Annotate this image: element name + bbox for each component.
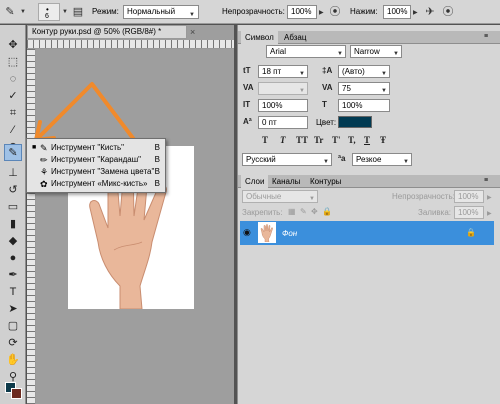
shortcut-key: B: [154, 155, 160, 164]
chevron-down-icon: ▼: [299, 71, 305, 77]
character-panel-tabbar: Символ Абзац ≡: [238, 31, 500, 44]
text-color-swatch[interactable]: [338, 116, 372, 128]
font-style-value: Narrow: [354, 47, 380, 56]
blend-mode-select[interactable]: Обычные ▼: [242, 190, 318, 203]
layer-row-background[interactable]: [240, 221, 494, 245]
shortcut-key: B: [154, 167, 160, 176]
faux-italic-button[interactable]: T: [280, 135, 286, 145]
flyout-item-mixer-brush[interactable]: ✿ Инструмент «Микс-кисть» B: [29, 178, 164, 190]
layer-opacity-label: Непрозрачность:: [392, 192, 455, 201]
fill-label: Заливка:: [418, 208, 452, 217]
leading-value: (Авто): [342, 67, 365, 76]
chevron-down-icon: ▼: [309, 196, 315, 202]
chevron-down-icon: ▼: [403, 159, 409, 165]
flyout-item-label: Инструмент "Карандаш": [51, 155, 141, 164]
faux-bold-button[interactable]: T: [262, 135, 268, 145]
superscript-button[interactable]: T': [332, 135, 341, 145]
chevron-down-icon: ▼: [393, 51, 399, 57]
tab-channels[interactable]: Каналы: [268, 175, 304, 188]
strikethrough-button[interactable]: Ŧ: [380, 135, 386, 145]
layers-panel-tabbar: Слои Каналы Контуры ≡: [238, 175, 500, 188]
font-family-value: Arial: [270, 47, 287, 56]
horizontal-scale-input[interactable]: 100%: [338, 99, 390, 112]
selected-bullet: ■: [32, 144, 37, 151]
font-family-select[interactable]: Arial ▼: [266, 45, 346, 58]
visibility-eye-icon[interactable]: ◉: [243, 227, 251, 238]
horizontal-scale-icon: T: [322, 100, 327, 109]
baseline-shift-input[interactable]: 0 пт: [258, 116, 308, 129]
shortcut-key: B: [154, 143, 160, 152]
subscript-button[interactable]: T,: [348, 135, 356, 145]
antialias-icon: ªa: [338, 154, 346, 163]
tab-paragraph[interactable]: Абзац: [280, 31, 310, 44]
vertical-scale-icon: IT: [243, 100, 251, 109]
chevron-down-icon: ▼: [381, 88, 387, 94]
chevron-down-icon: ▼: [337, 51, 343, 57]
layer-opacity-input[interactable]: 100%: [454, 190, 484, 203]
flyout-item-label: Инструмент «Микс-кисть»: [51, 179, 148, 188]
color-label: Цвет:: [316, 118, 337, 127]
font-size-value: 18 пт: [262, 67, 282, 76]
flyout-item-color-replacement[interactable]: ⚘ Инструмент "Замена цвета" B: [29, 166, 164, 178]
brush-tool-flyout-menu: ■ ✎ Инструмент "Кисть" B ✏ Инструмент "К…: [26, 138, 166, 193]
tracking-value: 75: [342, 84, 351, 93]
chevron-down-icon: ▼: [299, 88, 305, 94]
kerning-select[interactable]: ▼: [258, 82, 308, 95]
fill-slider-icon[interactable]: ▶: [487, 210, 492, 217]
panel-menu-icon[interactable]: ≡: [484, 33, 488, 40]
tab-symbol[interactable]: Символ: [241, 31, 278, 44]
baseline-shift-icon: Aª: [243, 117, 252, 126]
font-size-icon: tT: [243, 66, 251, 75]
font-style-select[interactable]: Narrow ▼: [350, 45, 402, 58]
brush-icon: ✎: [40, 143, 48, 153]
tracking-icon: VA: [322, 83, 333, 92]
lock-position-icon[interactable]: ✥: [311, 207, 318, 216]
lock-all-icon[interactable]: 🔒: [322, 207, 332, 216]
leading-select[interactable]: (Авто) ▼: [338, 65, 390, 78]
tracking-select[interactable]: 75 ▼: [338, 82, 390, 95]
flyout-item-label: Инструмент "Замена цвета": [51, 167, 155, 176]
language-value: Русский: [246, 155, 276, 164]
all-caps-button[interactable]: TT: [296, 135, 308, 145]
lock-transparent-icon[interactable]: ▦: [288, 207, 296, 216]
language-select[interactable]: Русский ▼: [242, 153, 332, 166]
flyout-item-label: Инструмент "Кисть": [51, 143, 124, 152]
flyout-item-brush[interactable]: ■ ✎ Инструмент "Кисть" B: [29, 142, 164, 154]
flyout-item-pencil[interactable]: ✏ Инструмент "Карандаш" B: [29, 154, 164, 166]
font-size-select[interactable]: 18 пт ▼: [258, 65, 308, 78]
color-replacement-icon: ⚘: [40, 167, 49, 177]
leading-icon: ‡A: [322, 66, 333, 75]
chevron-down-icon: ▼: [323, 159, 329, 165]
small-caps-button[interactable]: Tr: [314, 135, 323, 145]
pencil-icon: ✏: [40, 155, 48, 165]
tab-layers[interactable]: Слои: [241, 175, 269, 188]
layer-lock-icon: 🔒: [466, 228, 476, 237]
kerning-icon: VA: [243, 83, 254, 92]
panel-menu-icon[interactable]: ≡: [484, 177, 488, 184]
lock-pixels-icon[interactable]: ✎: [300, 207, 307, 216]
blend-mode-value: Обычные: [246, 192, 282, 201]
tab-paths[interactable]: Контуры: [306, 175, 345, 188]
lock-label: Закрепить:: [242, 208, 283, 217]
mixer-brush-icon: ✿: [40, 179, 48, 189]
antialias-value: Резкое: [356, 155, 382, 164]
layer-name[interactable]: Фон: [282, 229, 297, 238]
hand-thumbnail-icon: [260, 224, 273, 243]
chevron-down-icon: ▼: [381, 71, 387, 77]
vertical-scale-input[interactable]: 100%: [258, 99, 308, 112]
antialias-select[interactable]: Резкое ▼: [352, 153, 412, 166]
fill-input[interactable]: 100%: [454, 206, 484, 219]
opacity-slider-icon[interactable]: ▶: [487, 194, 492, 201]
shortcut-key: B: [154, 179, 160, 188]
underline-button[interactable]: T: [364, 135, 370, 145]
layer-thumbnail: [258, 222, 276, 243]
